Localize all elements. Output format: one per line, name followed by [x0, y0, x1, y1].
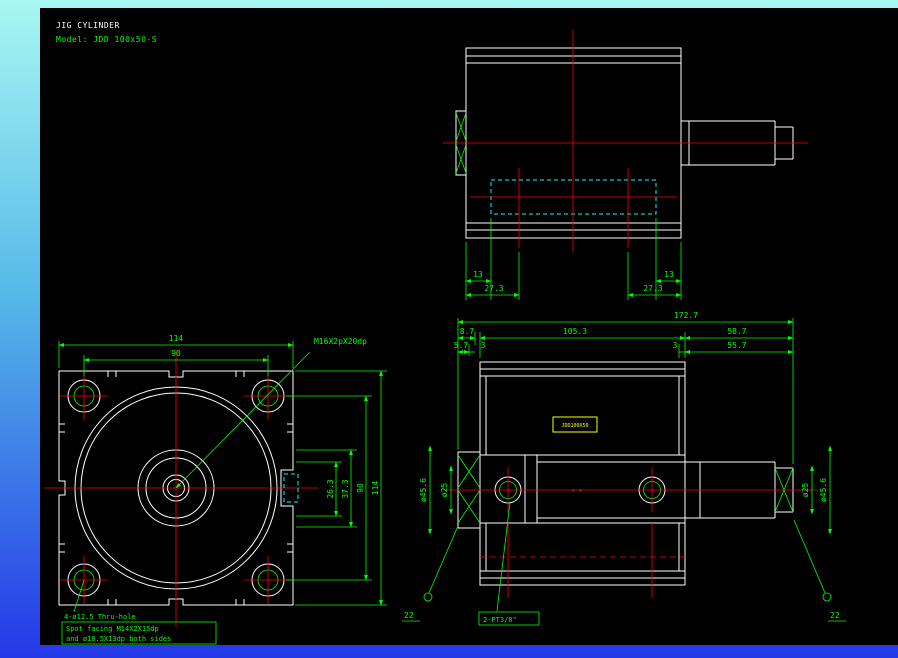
cad-viewport: JIG CYLINDER Model: JDD 100x50-S — [0, 0, 898, 658]
dim-rod-len-557: 55.7 — [727, 341, 746, 350]
dim-port-height-37: 37.3 — [341, 479, 350, 498]
dia-left-inner: ø25 — [440, 483, 449, 498]
dim-rod-side-587: 58.7 — [727, 327, 746, 336]
dim-cap-minor-57: 5.7 — [454, 341, 469, 350]
dim-bolt-span-v-90: 90 — [356, 483, 365, 493]
dia-left-outer: ø45.6 — [419, 478, 428, 502]
port-label: 2-PT3/8" — [483, 616, 517, 624]
dim-wall-left-3: 3 — [481, 341, 486, 350]
dim-cap-87: 8.7 — [460, 327, 475, 336]
dia-right-outer: ø45.6 — [819, 478, 828, 502]
dim-port-width-26: 26.3 — [326, 479, 335, 498]
dim-27-left: 27.3 — [484, 284, 503, 293]
drawing-model: Model: JDD 100x50-S — [56, 35, 157, 44]
nameplate-text: JDD100X50 — [561, 423, 588, 429]
note-line-2: Spot facing M14X2X15dp — [66, 625, 159, 633]
callout-22-right: 22 — [830, 611, 840, 620]
dim-13-right: 13 — [664, 270, 674, 279]
note-line-3: and ø18.5X13dp both sides — [66, 635, 171, 643]
dim-wall-right-3: 3 — [673, 341, 678, 350]
drawing-title: JIG CYLINDER — [56, 21, 120, 30]
dim-27-right: 27.3 — [643, 284, 662, 293]
dim-height-114: 114 — [371, 481, 380, 496]
dim-13-left: 13 — [473, 270, 483, 279]
thread-spec-label: M16X2pX20dp — [314, 337, 367, 346]
dia-right-inner: ø25 — [801, 483, 810, 498]
note-line-1: 4-ø12.5 Thru-hole — [64, 613, 136, 621]
dim-total-172: 172.7 — [674, 311, 698, 320]
dim-body-1053: 105.3 — [563, 327, 587, 336]
dim-width-114: 114 — [169, 334, 184, 343]
dim-bolt-span-90: 90 — [171, 349, 181, 358]
callout-22-left: 22 — [404, 611, 414, 620]
center-marks: ✳ ✳ — [572, 487, 583, 494]
